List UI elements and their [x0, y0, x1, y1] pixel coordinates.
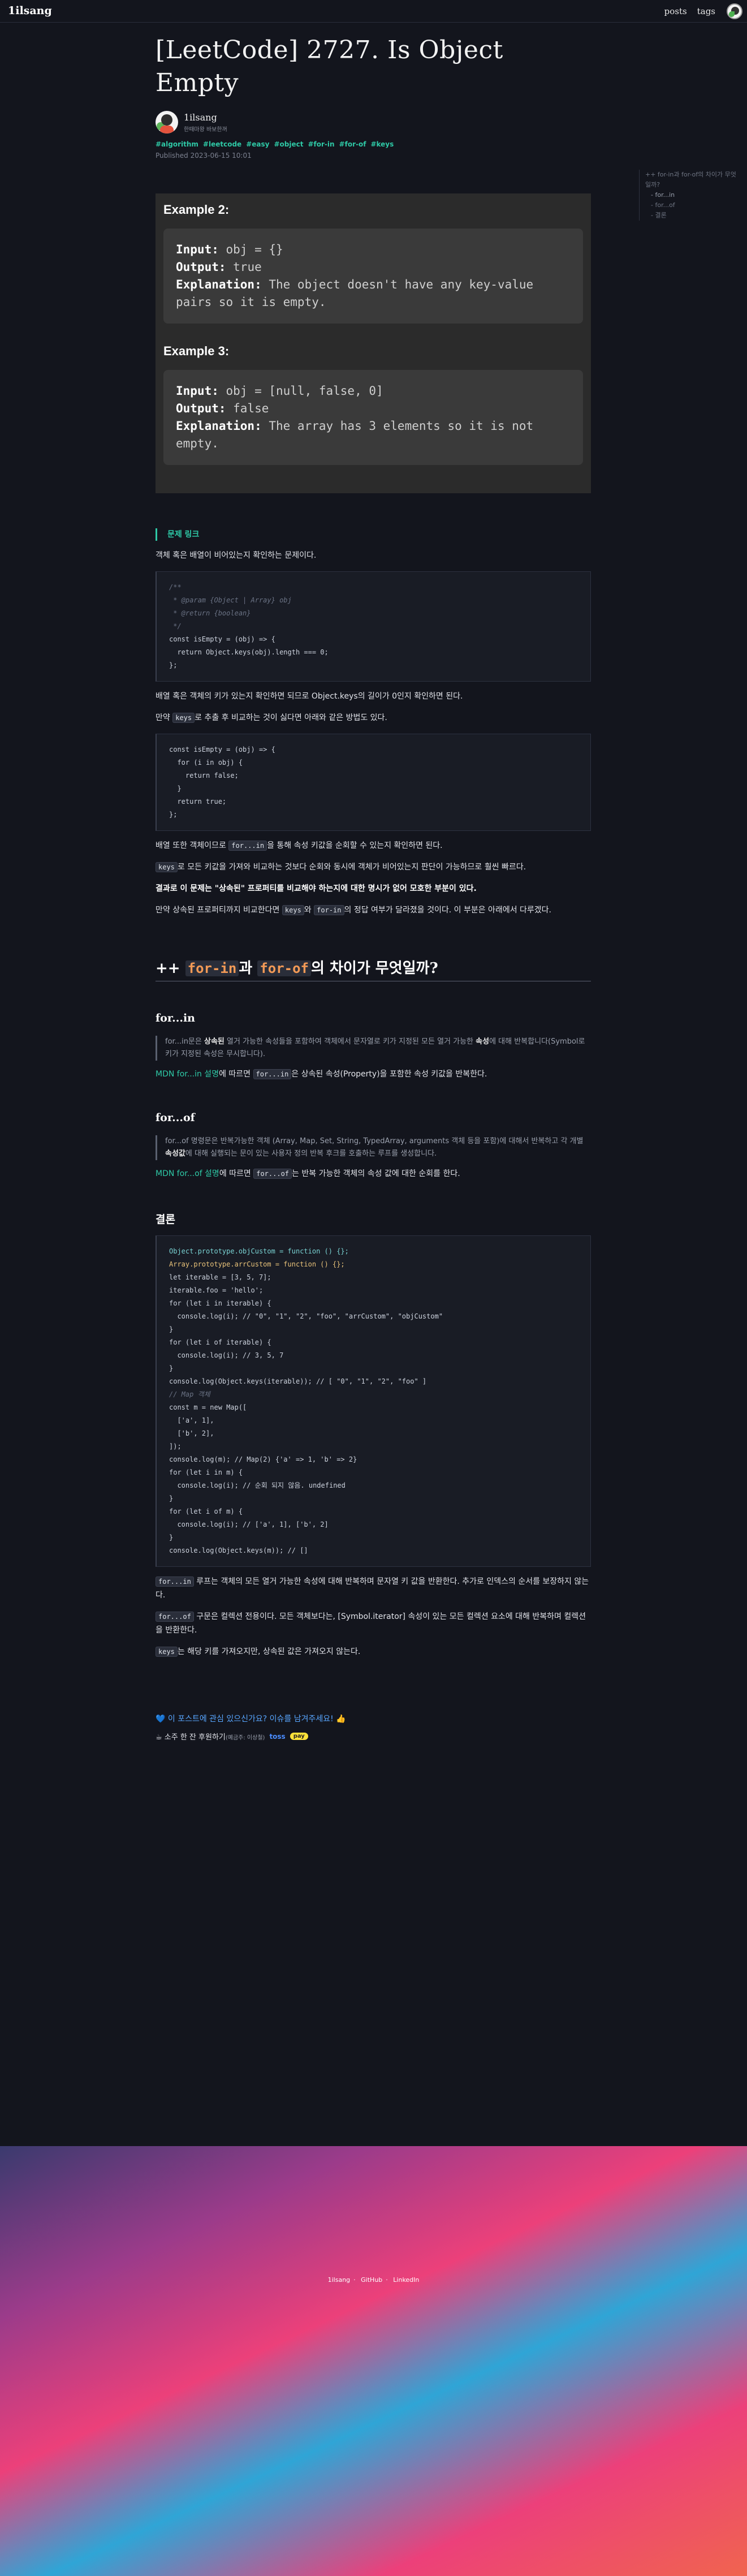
intro-paragraph: 객체 혹은 배열이 비어있는지 확인하는 문제이다.: [156, 551, 317, 560]
author-bio: 한때마왕 바보한꺼: [184, 126, 227, 133]
nav-link-tags[interactable]: tags: [697, 6, 715, 16]
toss-button[interactable]: toss: [269, 1733, 285, 1741]
support-text: ☕ 소주 한 잔 후원하기(예금주: 이상철): [156, 1733, 265, 1742]
tag-link[interactable]: #leetcode: [203, 140, 241, 148]
footer-link-home[interactable]: 1ilsang: [328, 2276, 351, 2284]
footer-link-linkedin[interactable]: LinkedIn: [393, 2276, 419, 2284]
nav-link-posts[interactable]: posts: [664, 6, 687, 16]
page-title: [LeetCode] 2727. Is Object Empty: [156, 36, 503, 97]
mdn-forof-link[interactable]: MDN for...of 설명: [156, 1169, 219, 1178]
tag-link[interactable]: #for-in: [308, 140, 334, 148]
paragraph: MDN for...of 설명에 따르면 for...of 는 반복 가능한 객체…: [156, 1169, 460, 1179]
footer: 1ilsang · GitHub · LinkedIn: [0, 2146, 747, 2576]
code-block-1: /** * @param {Object | Array} obj * @ret…: [156, 571, 591, 682]
toc-item-forin[interactable]: - for...in: [645, 190, 741, 200]
paragraph: keys 로 모든 키값을 가져와 비교하는 것보다 순회와 동시에 객체가 비어…: [156, 860, 591, 874]
problem-examples-image: Example 2: Input: obj = {} Output: true …: [156, 193, 591, 493]
paragraph-emphasis: 결과로 이 문제는 "상속된" 프로퍼티를 비교해야 하는지에 대한 명시가 없…: [156, 884, 477, 893]
subheading-conclusion: 결론: [156, 1213, 175, 1226]
published-date: Published 2023-06-15 10:01: [156, 152, 252, 160]
tag-list: #algorithm #leetcode #easy #object #for-…: [156, 140, 591, 148]
tag-link[interactable]: #algorithm: [156, 140, 198, 148]
tag-link[interactable]: #keys: [370, 140, 394, 148]
problem-link[interactable]: 문제 링크: [156, 528, 591, 541]
section-heading-difference: ++ for-in 과 for-of 의 차이가 무엇일까?: [156, 957, 591, 981]
paragraph: 배열 혹은 객체의 키가 있는지 확인하면 되므로 Object.keys의 길…: [156, 692, 463, 701]
blockquote-forin: for...in문은 상속된 열거 가능한 속성들을 포함하여 객체에서 문자열…: [156, 1036, 591, 1061]
tag-link[interactable]: #for-of: [339, 140, 366, 148]
site-brand[interactable]: 1ilsang: [8, 5, 52, 17]
nav-links: posts tags: [664, 6, 715, 16]
paragraph: keys 는 해당 키를 가져오지만, 상속된 값은 가져오지 않는다.: [156, 1645, 591, 1659]
share-issue-link[interactable]: 💙 이 포스트에 관심 있으신가요? 이슈를 남겨주세요! 👍: [156, 1713, 591, 1724]
support-row: ☕ 소주 한 잔 후원하기(예금주: 이상철) toss pay: [156, 1731, 591, 1742]
author-avatar: [156, 111, 178, 133]
post-main: [LeetCode] 2727. Is Object Empty 1ilsang…: [156, 34, 591, 1742]
example-3-heading: Example 3:: [163, 344, 230, 358]
example-2-block: Input: obj = {} Output: true Explanation…: [163, 229, 583, 324]
toc-item-section[interactable]: ++ for-in과 for-of의 차이가 무엇일까?: [645, 170, 741, 190]
top-navigation: 1ilsang posts tags: [0, 0, 747, 23]
mdn-forin-link[interactable]: MDN for...in 설명: [156, 1070, 219, 1079]
table-of-contents: ++ for-in과 for-of의 차이가 무엇일까? - for...in …: [639, 170, 741, 221]
avatar[interactable]: [727, 3, 742, 19]
example-2-heading: Example 2:: [163, 203, 230, 217]
tag-link[interactable]: #object: [274, 140, 303, 148]
footer-link-github[interactable]: GitHub: [361, 2276, 382, 2284]
paragraph: 만약 상속된 프로퍼티까지 비교한다면 keys 와 for-in 의 정답 여부가…: [156, 905, 552, 915]
paragraph: for...of 구문은 컬렉션 전용이다. 모든 객체보다는, [Symbol…: [156, 1612, 586, 1635]
toc-item-forof[interactable]: - for...of: [645, 200, 741, 210]
blockquote-forof: for...of 명령문은 반복가능한 객체 (Array, Map, Set,…: [156, 1135, 591, 1160]
code-block-2: const isEmpty = (obj) => { for (i in obj…: [156, 734, 591, 831]
paragraph: 만약 keys 로 추출 후 비교하는 것이 싫다면 아래와 같은 방법도 있다.: [156, 713, 387, 723]
toc-item-conclusion[interactable]: - 결론: [645, 210, 741, 221]
footer-links: 1ilsang · GitHub · LinkedIn: [327, 2276, 420, 2284]
subheading-forin: for...in: [156, 1012, 195, 1024]
paragraph: 배열 또한 객체이므로 for...in 을 통해 속성 키값을 순회할 수 있는…: [156, 841, 443, 851]
tag-link[interactable]: #easy: [246, 140, 269, 148]
code-block-3: Object.prototype.objCustom = function ()…: [156, 1235, 591, 1567]
paragraph: MDN for...in 설명에 따르면 for...in 은 상속된 속성(Pr…: [156, 1069, 487, 1079]
example-3-block: Input: obj = [null, false, 0] Output: fa…: [163, 370, 583, 465]
author-name[interactable]: 1ilsang: [184, 112, 227, 123]
author-card: 1ilsang 한때마왕 바보한꺼: [156, 111, 591, 133]
paragraph: for...in 루프는 객체의 모든 열거 가능한 속성에 대해 반복하며 문…: [156, 1576, 589, 1600]
kakaopay-button[interactable]: pay: [290, 1733, 308, 1740]
subheading-forof: for...of: [156, 1112, 195, 1124]
